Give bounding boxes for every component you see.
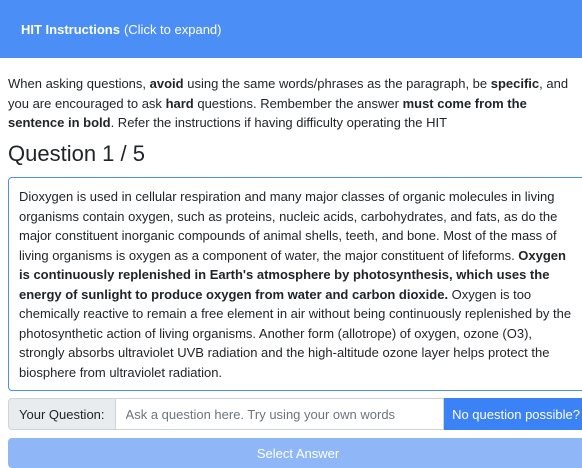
question-title: Question 1 / 5 — [8, 141, 145, 166]
select-answer-button[interactable]: Select Answer — [8, 438, 582, 468]
question-input[interactable] — [114, 398, 445, 430]
intro-text-4: questions. Rembember the answer — [193, 95, 403, 111]
intro-bold-3: hard — [165, 95, 194, 111]
banner-hint: (Click to expand) — [123, 21, 222, 37]
question-input-row: Your Question: No question possible? — [8, 398, 582, 430]
paragraph-box[interactable]: Dioxygen is used in cellular respiration… — [8, 177, 582, 391]
hit-instructions-banner[interactable]: HIT Instructions (Click to expand) — [0, 0, 582, 58]
intro-bold-1: avoid — [149, 76, 184, 91]
intro-bold-2: specific — [490, 76, 540, 91]
your-question-label: Your Question: — [8, 398, 115, 430]
paragraph-text-before[interactable]: Dioxygen is used in cellular respiration… — [19, 189, 557, 263]
intro-text-2: using the same words/phrases as the para… — [183, 76, 491, 91]
banner-title: HIT Instructions — [21, 21, 120, 37]
intro-text-1: When asking questions, — [8, 76, 150, 91]
intro-text-5: . Refer the instructions if having diffi… — [110, 115, 448, 130]
no-question-possible-button[interactable]: No question possible? — [444, 398, 582, 430]
instructions-text: When asking questions, avoid using the s… — [8, 74, 582, 133]
